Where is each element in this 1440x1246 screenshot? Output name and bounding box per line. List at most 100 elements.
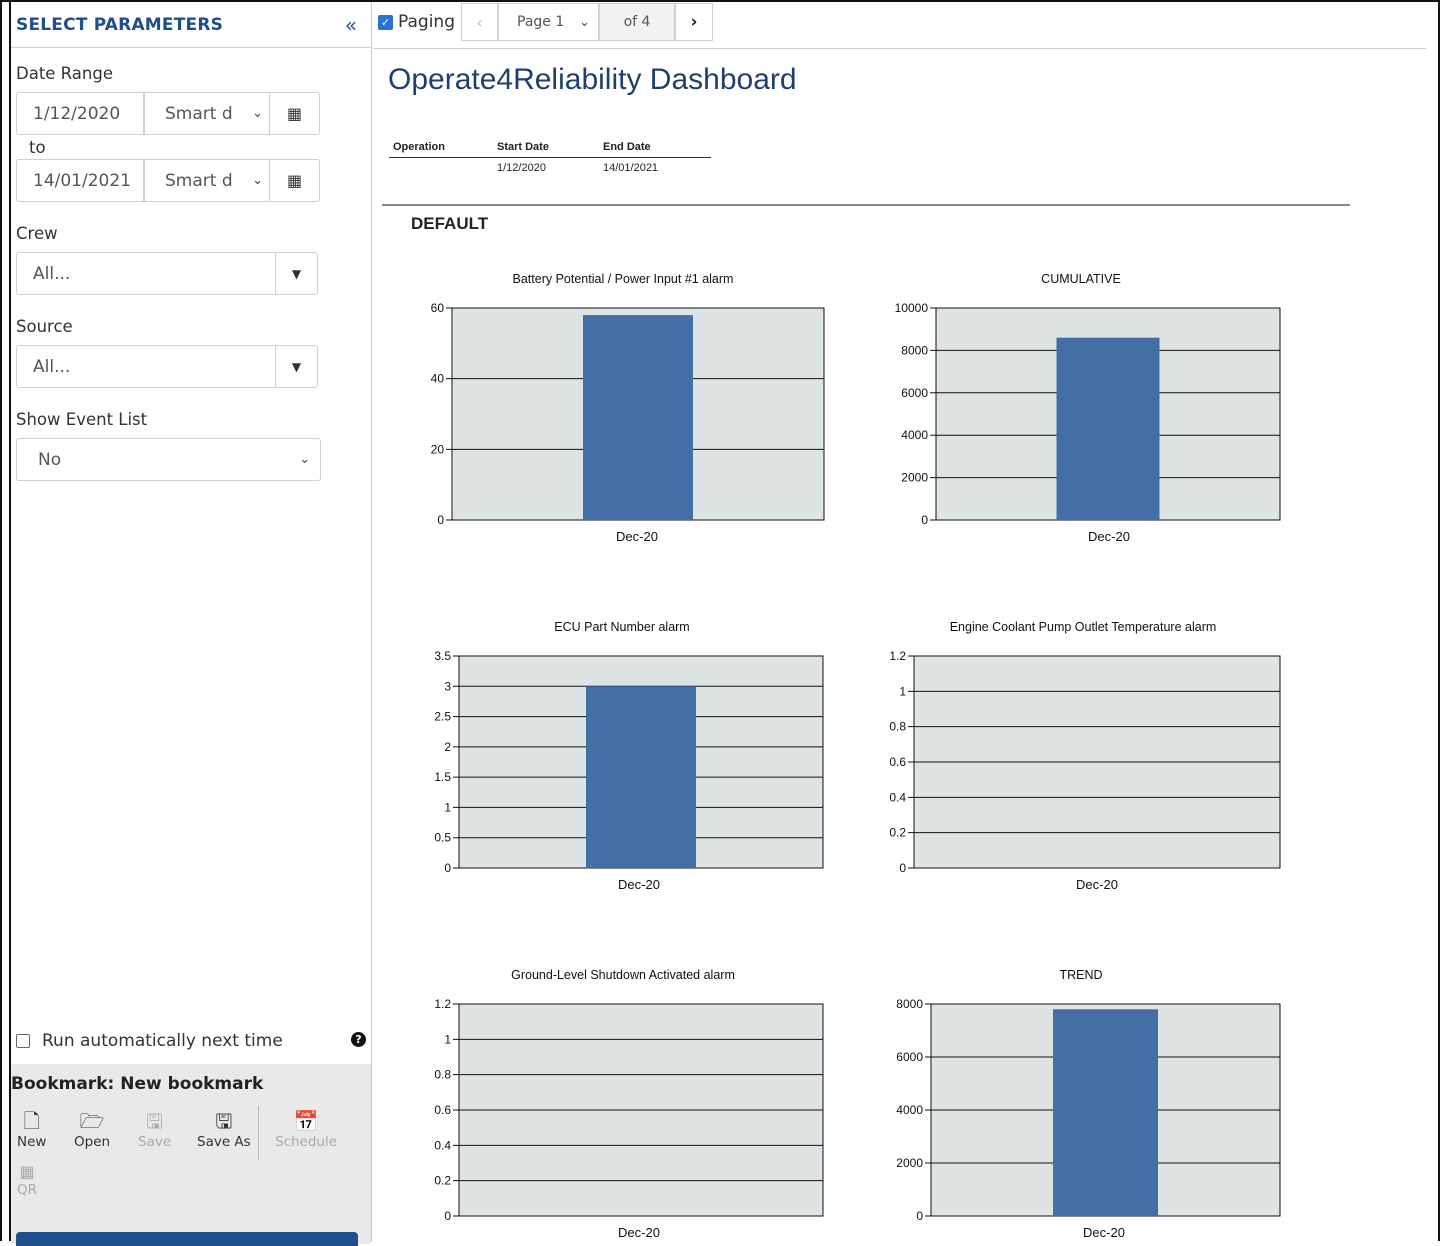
new-file-icon: 🗋 [23,1109,40,1133]
y-tick-label: 1 [444,800,451,814]
cell-start-date: 1/12/2020 [497,162,546,174]
schedule-label: Schedule [275,1134,338,1150]
show-event-list-select[interactable]: No ⌄ [16,438,321,481]
sidebar-title: SELECT PARAMETERS [16,14,224,35]
crew-select[interactable]: All... ▼ [16,252,318,295]
y-tick-label: 2 [444,740,451,754]
chart-title: TREND [1059,968,1102,982]
parameter-table-header: Operation Start Date End Date [389,136,711,158]
x-tick-label: Dec-20 [1083,1225,1125,1240]
y-tick-label: 0.8 [434,1068,451,1082]
auto-run-label: Run automatically next time [42,1031,283,1051]
bar [1053,1009,1158,1216]
help-icon[interactable]: ? [351,1032,366,1047]
y-tick-label: 0.4 [434,1138,451,1152]
calendar-icon: ▦ [286,171,303,190]
plot-area [458,655,824,869]
crew-value: All... [33,263,71,284]
table-row: 1/12/2020 14/01/2021 [389,158,711,178]
end-calendar-button[interactable]: ▦ [269,159,320,202]
calendar-icon: ▦ [286,104,303,123]
chart-title: Ground-Level Shutdown Activated alarm [511,968,735,982]
paging-label: Paging [398,12,455,32]
section-divider [382,204,1350,206]
next-page-button[interactable]: › [675,3,713,41]
crew-label: Crew [16,224,58,243]
parameter-table: Operation Start Date End Date 1/12/2020 … [389,136,711,178]
date-range-label: Date Range [16,64,113,83]
collapse-sidebar-icon[interactable]: « [345,13,357,37]
bookmark-panel: Bookmark: New bookmark 🗋 New 🗁 Open 🖫 Sa… [11,1064,371,1244]
to-label: to [29,138,46,157]
y-tick-label: 10000 [895,301,929,315]
y-tick-label: 4000 [901,428,928,442]
open-label: Open [74,1134,111,1150]
source-select[interactable]: All... ▼ [16,345,318,388]
y-tick-label: 0.6 [434,1103,451,1117]
y-tick-label: 0.8 [889,720,906,734]
y-tick-label: 40 [431,372,445,386]
qr-button[interactable]: ▦ QR [17,1162,37,1198]
y-tick-label: 0 [899,861,906,875]
chart-title: ECU Part Number alarm [554,620,689,634]
y-tick-label: 20 [431,442,445,456]
x-tick-label: Dec-20 [618,877,660,892]
plot-area [935,307,1281,521]
auto-run-checkbox[interactable] [16,1034,30,1048]
paging-toggle[interactable]: ✓ Paging [378,12,455,32]
show-event-list-value: No [38,449,62,470]
calendar-check-icon: 📅 [293,1109,319,1133]
save-as-bookmark-button[interactable]: 🖫 Save As [197,1108,251,1150]
start-date-input[interactable]: 1/12/2020 [16,92,144,135]
schedule-button[interactable]: 📅 Schedule [275,1108,337,1150]
sidebar-header: SELECT PARAMETERS « [11,2,371,48]
y-tick-label: 0.2 [434,1174,451,1188]
y-tick-label: 1.2 [434,997,451,1011]
y-tick-label: 0.6 [889,755,906,769]
end-smart-label: Smart d [165,170,233,191]
start-calendar-button[interactable]: ▦ [269,92,320,135]
y-tick-label: 0.2 [889,826,906,840]
parameters-sidebar: SELECT PARAMETERS « Date Range 1/12/2020… [11,2,372,1246]
report-view: Operate4Reliability Dashboard Operation … [373,50,1426,1241]
y-tick-label: 1 [444,1032,451,1046]
end-date-input[interactable]: 14/01/2021 [16,159,144,202]
plot-area [913,655,1281,869]
caret-down-icon[interactable]: ▼ [275,346,317,387]
chevron-down-icon: ⌄ [252,106,263,121]
plot-area [930,1003,1281,1217]
save-bookmark-button[interactable]: 🖫 Save [138,1108,171,1150]
chart-title: Battery Potential / Power Input #1 alarm [513,272,734,286]
save-icon: 🖫 [146,1109,164,1133]
y-tick-label: 2000 [901,471,928,485]
qr-label: QR [17,1182,38,1198]
y-tick-label: 1.5 [434,770,451,784]
y-tick-label: 4000 [896,1103,923,1117]
y-tick-label: 2.5 [434,710,451,724]
page-select[interactable]: Page 1 ⌄ [498,3,599,41]
chevron-down-icon: ⌄ [579,14,590,30]
open-bookmark-button[interactable]: 🗁 Open [74,1108,110,1150]
y-tick-label: 60 [431,301,445,315]
chevron-down-icon: ⌄ [299,452,310,467]
show-event-list-label: Show Event List [16,410,148,429]
bar [583,315,693,520]
y-tick-label: 0 [921,513,928,527]
header-end-date: End Date [603,140,651,153]
x-tick-label: Dec-20 [1088,529,1130,544]
end-smart-date-select[interactable]: Smart d ⌄ [144,159,270,202]
y-tick-label: 0.5 [434,831,451,845]
caret-down-icon[interactable]: ▼ [275,253,317,294]
report-toolbar: ✓ Paging ‹ Page 1 ⌄ of 4 › [373,2,1426,49]
source-label: Source [16,317,73,336]
page-value: Page 1 [517,14,565,30]
new-bookmark-button[interactable]: 🗋 New [17,1108,46,1150]
y-tick-label: 0 [437,513,444,527]
previous-page-button[interactable]: ‹ [461,3,498,41]
paging-checkbox[interactable]: ✓ [378,14,393,30]
start-smart-date-select[interactable]: Smart d ⌄ [144,92,270,135]
y-tick-label: 0.4 [889,790,906,804]
page-of-label: of 4 [623,14,651,30]
run-report-button[interactable] [16,1232,358,1246]
folder-open-icon: 🗁 [79,1109,105,1133]
